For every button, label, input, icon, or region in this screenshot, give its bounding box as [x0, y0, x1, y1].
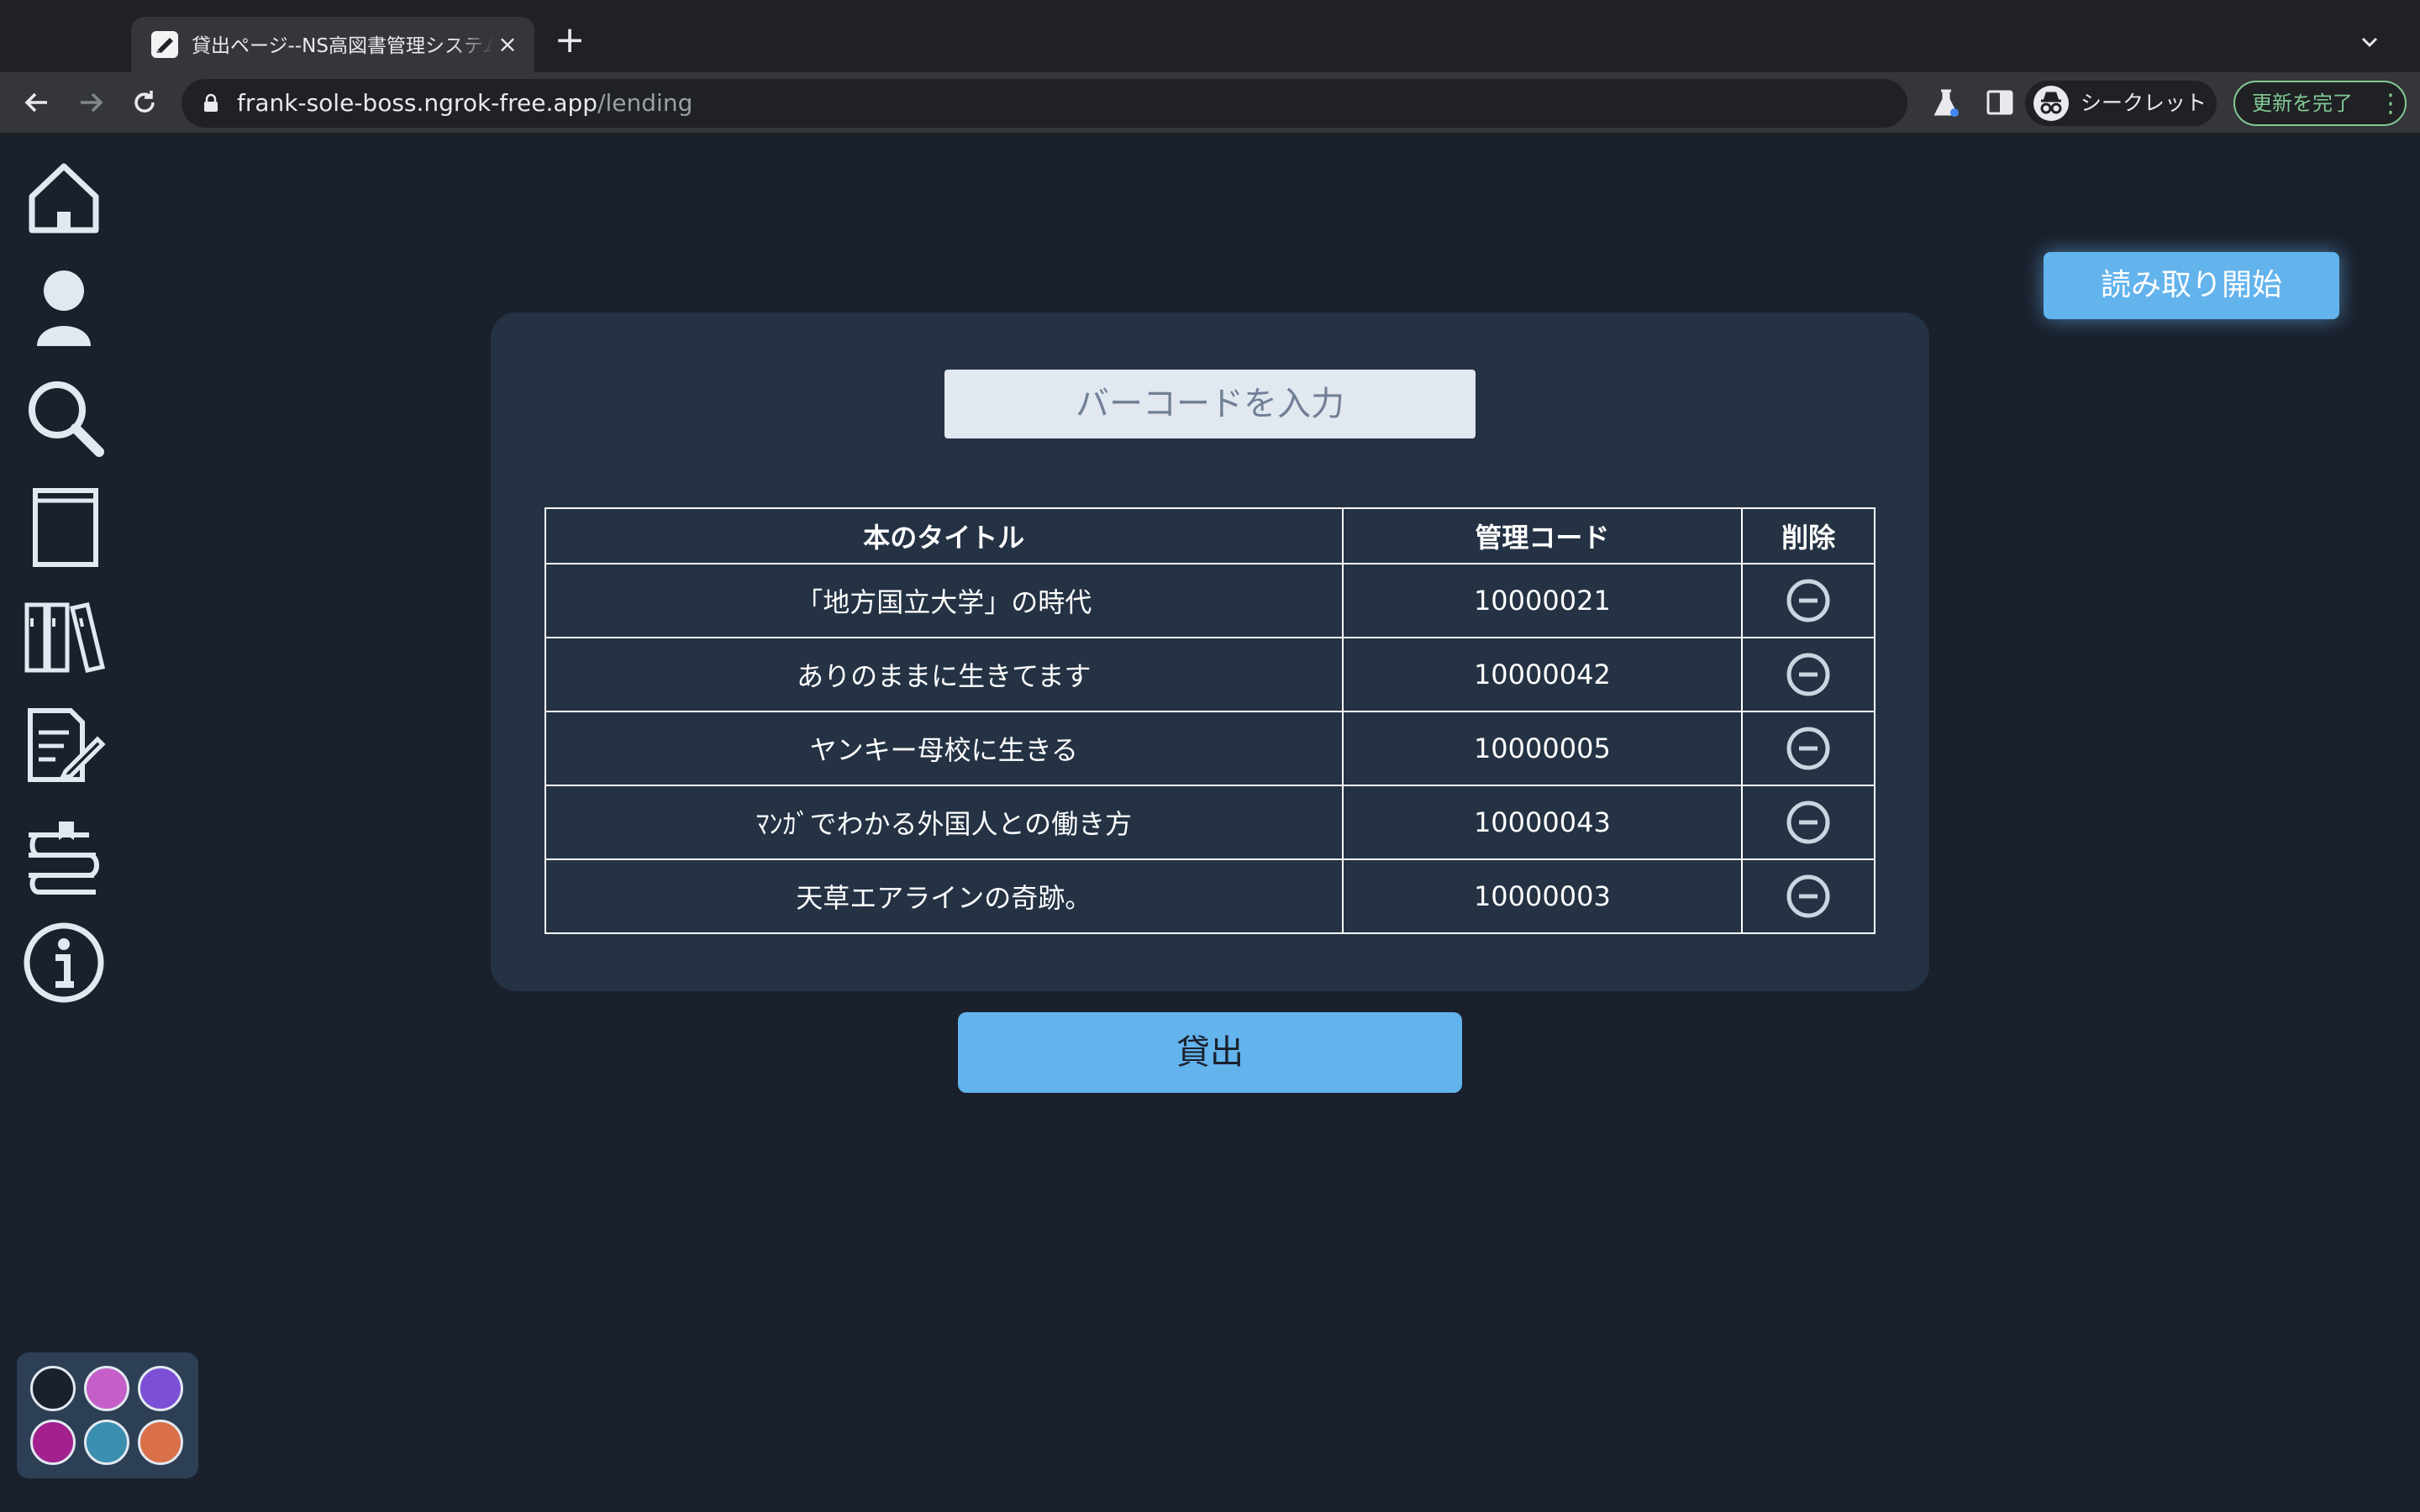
table-header-row: 本のタイトル 管理コード 削除 — [544, 507, 1876, 564]
book-title-cell: ﾏﾝｶﾞでわかる外国人との働き方 — [544, 785, 1344, 860]
browser-toolbar: frank-sole-boss.ngrok-free.app/lending シ… — [0, 72, 2420, 134]
forward-icon[interactable] — [72, 84, 109, 121]
book-icon[interactable] — [22, 484, 106, 568]
reload-icon[interactable] — [126, 84, 163, 121]
more-menu-icon[interactable]: ⋮ — [2378, 87, 2403, 121]
theme-swatch[interactable] — [30, 1366, 76, 1411]
update-button[interactable]: 更新を完了 ⋮ — [2233, 81, 2407, 126]
labs-flask-icon[interactable] — [1929, 86, 1963, 119]
start-reading-button[interactable]: 読み取り開始 — [2044, 252, 2339, 319]
edit-document-icon[interactable] — [22, 702, 106, 786]
remove-circle-icon[interactable] — [1785, 577, 1832, 624]
column-header-title: 本のタイトル — [544, 507, 1344, 564]
library-icon[interactable] — [22, 593, 106, 677]
remove-circle-icon[interactable] — [1785, 799, 1832, 846]
book-title-cell: 「地方国立大学」の時代 — [544, 563, 1344, 638]
incognito-icon — [2033, 86, 2069, 121]
remove-circle-icon[interactable] — [1785, 873, 1832, 920]
book-code-cell: 10000003 — [1341, 858, 1744, 934]
remove-circle-icon[interactable] — [1785, 725, 1832, 772]
lend-button[interactable]: 貸出 — [958, 1012, 1462, 1093]
delete-cell — [1741, 637, 1876, 712]
search-icon[interactable] — [22, 375, 106, 459]
lending-table: 本のタイトル 管理コード 削除 「地方国立大学」の時代 10000021 ありの… — [544, 507, 1876, 934]
theme-swatch[interactable] — [138, 1366, 183, 1411]
incognito-label: シークレット — [2081, 91, 2207, 115]
book-code-cell: 10000042 — [1341, 637, 1744, 712]
side-panel-icon[interactable] — [1983, 86, 2017, 119]
barcode-input[interactable] — [944, 370, 1476, 438]
delete-cell — [1741, 563, 1876, 638]
table-row: ﾏﾝｶﾞでわかる外国人との働き方 10000043 — [544, 785, 1876, 860]
book-title-cell: ヤンキー母校に生きる — [544, 711, 1344, 786]
favicon-icon — [151, 31, 178, 58]
table-row: 「地方国立大学」の時代 10000021 — [544, 563, 1876, 638]
delete-cell — [1741, 785, 1876, 860]
column-header-delete: 削除 — [1741, 507, 1876, 564]
url-host: frank-sole-boss.ngrok-free.app — [237, 89, 598, 117]
new-tab-icon[interactable]: + — [551, 22, 588, 60]
browser-tabstrip: 貸出ページ--NS高図書管理システム × + — [0, 0, 2420, 72]
update-label: 更新を完了 — [2252, 92, 2353, 115]
lock-icon — [200, 92, 222, 114]
chevron-down-icon[interactable] — [2353, 25, 2386, 59]
book-code-cell: 10000005 — [1341, 711, 1744, 786]
home-icon[interactable] — [22, 156, 106, 240]
address-bar[interactable]: frank-sole-boss.ngrok-free.app/lending — [182, 79, 2074, 128]
back-icon[interactable] — [18, 84, 55, 121]
table-row: 天草エアラインの奇跡。 10000003 — [544, 858, 1876, 934]
theme-palette — [17, 1352, 198, 1478]
table-row: ヤンキー母校に生きる 10000005 — [544, 711, 1876, 786]
theme-swatch[interactable] — [30, 1420, 76, 1465]
table-row: ありのままに生きてます 10000042 — [544, 637, 1876, 712]
incognito-chip[interactable]: シークレット — [2025, 81, 2217, 126]
url-path: /lending — [597, 89, 693, 117]
remove-circle-icon[interactable] — [1785, 651, 1832, 698]
url-text: frank-sole-boss.ngrok-free.app/lending — [237, 87, 692, 119]
info-icon[interactable] — [22, 921, 106, 1005]
theme-swatch[interactable] — [84, 1366, 129, 1411]
book-code-cell: 10000021 — [1341, 563, 1744, 638]
close-icon[interactable]: × — [494, 31, 521, 58]
delete-cell — [1741, 711, 1876, 786]
book-title-cell: ありのままに生きてます — [544, 637, 1344, 712]
user-icon[interactable] — [22, 265, 106, 349]
delete-cell — [1741, 858, 1876, 934]
browser-tab[interactable]: 貸出ページ--NS高図書管理システム × — [131, 17, 534, 72]
theme-swatch[interactable] — [84, 1420, 129, 1465]
book-stack-icon[interactable] — [22, 811, 106, 895]
book-code-cell: 10000043 — [1341, 785, 1744, 860]
tab-title: 貸出ページ--NS高図書管理システム — [192, 35, 494, 57]
theme-swatch[interactable] — [138, 1420, 183, 1465]
book-title-cell: 天草エアラインの奇跡。 — [544, 858, 1344, 934]
column-header-code: 管理コード — [1341, 507, 1744, 564]
